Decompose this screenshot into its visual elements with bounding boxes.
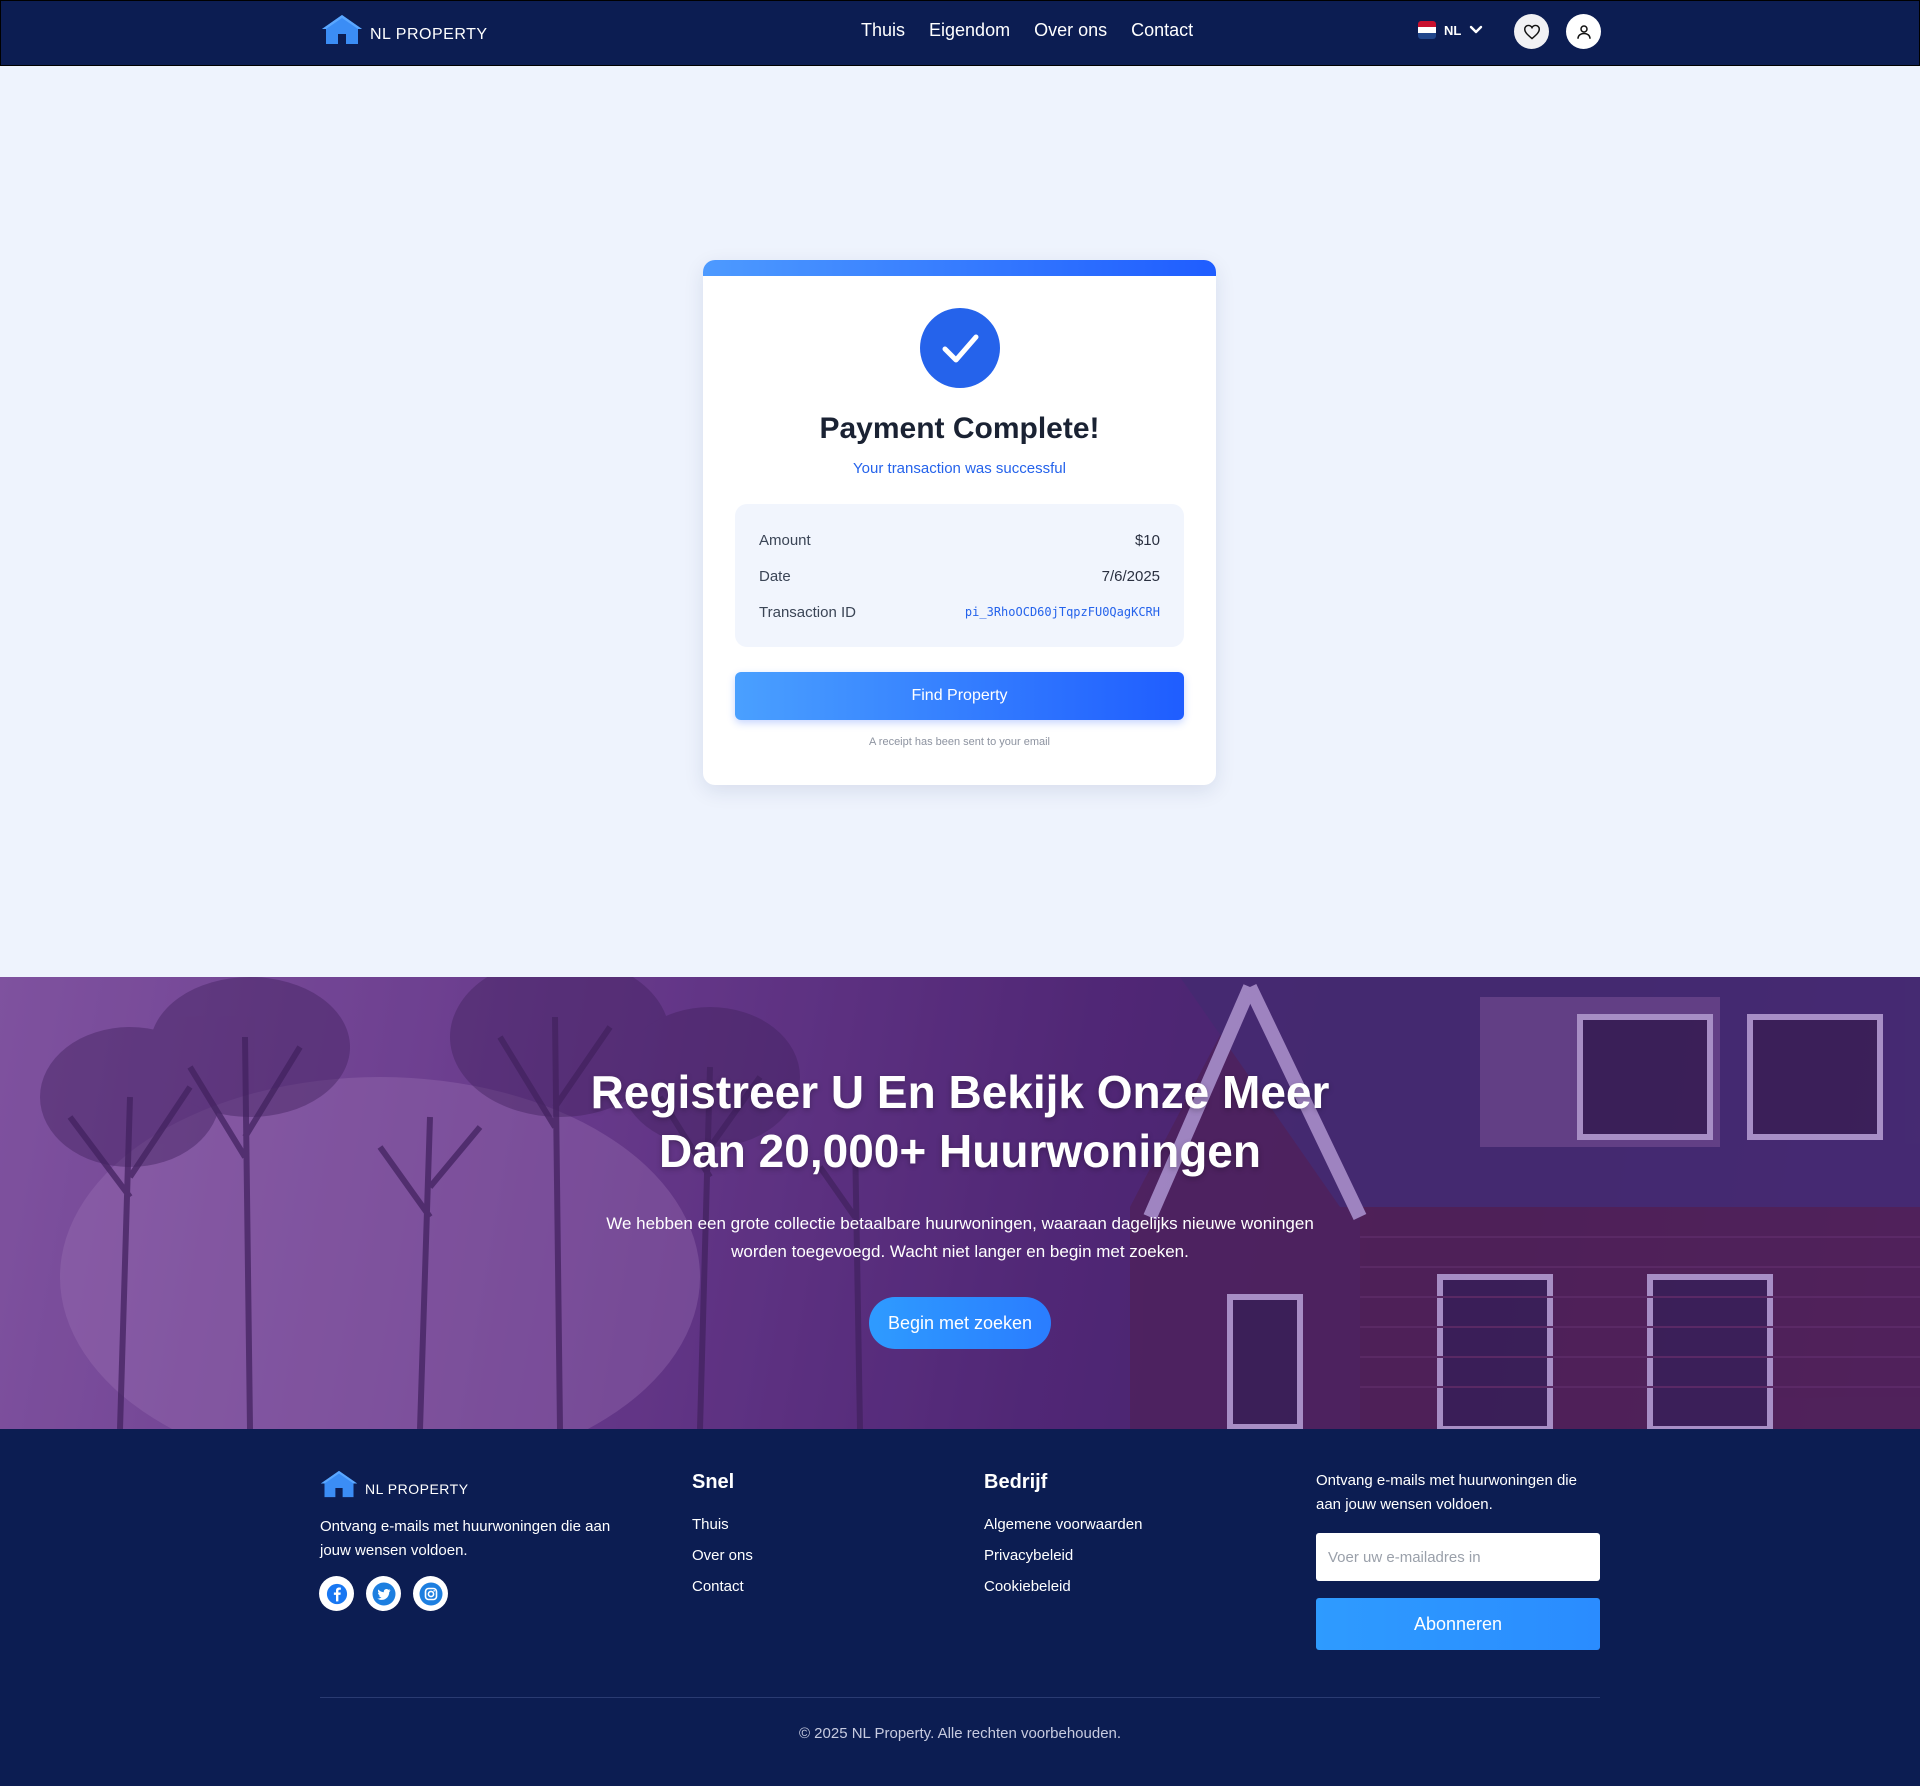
twitter-link[interactable] (366, 1576, 401, 1611)
nav-link-thuis[interactable]: Thuis (861, 20, 905, 41)
subscribe-button[interactable]: Abonneren (1316, 1598, 1600, 1650)
twitter-icon (372, 1582, 395, 1605)
account-button[interactable] (1566, 14, 1601, 49)
detail-label: Transaction ID (759, 603, 856, 621)
banner-description-line-2: worden toegevoegd. Wacht niet langer en … (731, 1242, 1189, 1261)
copyright-text: © 2025 NL Property. Alle rechten voorbeh… (798, 1725, 1122, 1742)
footer-heading-snel: Snel (692, 1471, 735, 1493)
footer-link-algemene-voorwaarden[interactable]: Algemene voorwaarden (984, 1516, 1142, 1533)
facebook-icon (326, 1583, 347, 1604)
language-code: NL (1444, 22, 1462, 38)
footer-link-contact[interactable]: Contact (692, 1578, 753, 1595)
footer-link-over-ons[interactable]: Over ons (692, 1547, 753, 1564)
detail-value-date: 7/6/2025 (1101, 567, 1160, 585)
house-background-image (0, 977, 1920, 1429)
footer-description: Ontvang e-mails met huurwoningen die aan… (320, 1518, 611, 1559)
language-selector[interactable]: NL (1418, 21, 1483, 39)
detail-label: Amount (759, 531, 811, 549)
top-navbar: NL PROPERTY Thuis Eigendom Over ons Cont… (0, 0, 1920, 66)
instagram-icon (419, 1582, 442, 1605)
detail-row-amount: Amount $10 (759, 522, 1160, 558)
footer-brand-name: NL PROPERTY (365, 1481, 469, 1497)
footer-link-thuis[interactable]: Thuis (692, 1516, 753, 1533)
newsletter-email-input[interactable] (1316, 1533, 1600, 1581)
main-nav: Thuis Eigendom Over ons Contact (861, 20, 1193, 41)
favorites-button[interactable] (1514, 14, 1549, 49)
receipt-note: A receipt has been sent to your email (869, 736, 1050, 748)
banner-title-line-1: Registreer U En Bekijk Onze Meer (590, 1066, 1330, 1118)
banner-title: Registreer U En Bekijk Onze Meer Dan 20,… (560, 1063, 1360, 1181)
site-footer: NL PROPERTY Ontvang e-mails met huurwoni… (0, 1429, 1920, 1786)
payment-subtitle: Your transaction was successful (853, 460, 1066, 477)
user-icon (1576, 24, 1591, 39)
footer-brand-logo[interactable]: NL PROPERTY (319, 1469, 469, 1498)
footer-divider (320, 1697, 1600, 1698)
detail-value-transaction-id: pi_3RhoOCD60jTqpzFU0QagKCRH (964, 605, 1160, 619)
banner-description-line-1: We hebben een grote collectie betaalbare… (606, 1214, 1314, 1233)
facebook-link[interactable] (319, 1576, 354, 1611)
detail-row-transaction-id: Transaction ID pi_3RhoOCD60jTqpzFU0QagKC… (759, 594, 1160, 630)
footer-column-bedrijf: Bedrijf Algemene voorwaarden Privacybele… (984, 1471, 1142, 1609)
footer-column-snel: Snel Thuis Over ons Contact (692, 1471, 753, 1609)
netherlands-flag-icon (1418, 21, 1436, 39)
house-logo-icon (322, 15, 362, 44)
brand-name: NL PROPERTY (370, 26, 488, 43)
detail-label: Date (759, 567, 791, 585)
nav-link-eigendom[interactable]: Eigendom (929, 20, 1010, 41)
newsletter-description: Ontvang e-mails met huurwoningen die aan… (1316, 1472, 1577, 1513)
card-accent-bar (703, 260, 1216, 276)
payment-title: Payment Complete! (819, 412, 1100, 445)
payment-details-box: Amount $10 Date 7/6/2025 Transaction ID … (735, 504, 1184, 647)
chevron-down-icon (1470, 25, 1483, 34)
brand-logo-link[interactable]: NL PROPERTY (320, 13, 488, 45)
find-property-button[interactable]: Find Property (735, 672, 1184, 720)
begin-search-button[interactable]: Begin met zoeken (869, 1297, 1051, 1349)
detail-row-date: Date 7/6/2025 (759, 558, 1160, 594)
payment-complete-card: Payment Complete! Your transaction was s… (703, 260, 1216, 785)
banner-title-line-2: Dan 20,000+ Huurwoningen (659, 1125, 1261, 1177)
social-links (319, 1576, 448, 1611)
footer-link-privacybeleid[interactable]: Privacybeleid (984, 1547, 1142, 1564)
nav-link-over-ons[interactable]: Over ons (1034, 20, 1107, 41)
footer-link-cookiebeleid[interactable]: Cookiebeleid (984, 1578, 1142, 1595)
footer-heading-bedrijf: Bedrijf (984, 1471, 1048, 1493)
heart-icon (1523, 24, 1540, 40)
detail-value-amount: $10 (1134, 531, 1160, 549)
nav-link-contact[interactable]: Contact (1131, 20, 1193, 41)
house-logo-icon (320, 1470, 358, 1498)
instagram-link[interactable] (413, 1576, 448, 1611)
success-check-icon (920, 308, 1000, 388)
banner-description: We hebben een grote collectie betaalbare… (580, 1210, 1340, 1266)
register-banner: Registreer U En Bekijk Onze Meer Dan 20,… (0, 977, 1920, 1429)
